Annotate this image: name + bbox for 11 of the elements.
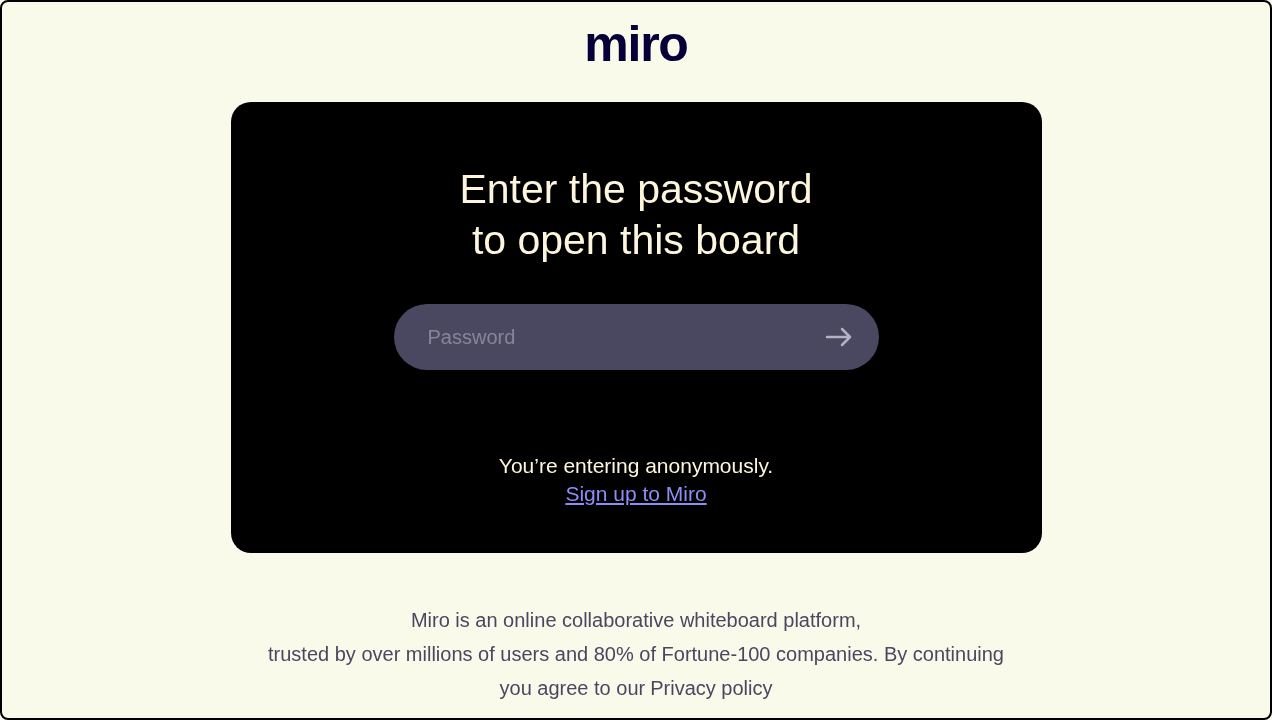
password-field[interactable]: Password — [393, 304, 879, 370]
anonymous-note: You’re entering anonymously. — [498, 453, 774, 479]
footer-text: trusted by over millions of users and 80% of Fortune-100 companies. By continuing — [268, 642, 1004, 667]
footer-text: Miro is an online collaborative whiteboard platform, — [410, 608, 862, 633]
logo: miro — [584, 15, 688, 74]
footer-text: you agree to our — [499, 676, 646, 701]
sign-up-link[interactable]: Sign up to Miro — [565, 480, 707, 508]
privacy-policy-link[interactable]: Privacy policy — [650, 671, 773, 705]
arrow-icon[interactable] — [824, 327, 853, 347]
heading-line: to open this board — [471, 216, 801, 265]
heading-line: Enter the password — [459, 165, 813, 214]
